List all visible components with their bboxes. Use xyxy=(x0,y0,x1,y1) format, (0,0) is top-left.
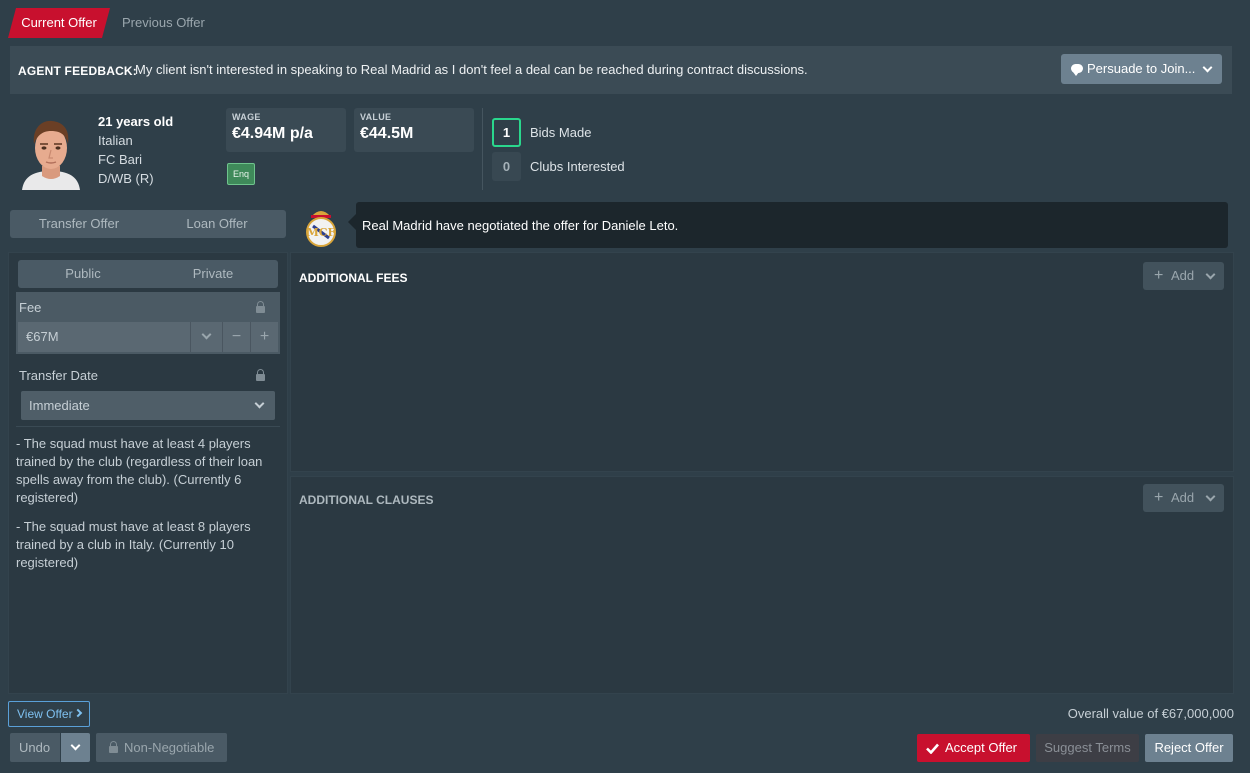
value-amount: €44.5M xyxy=(360,125,414,142)
agent-feedback-label: AGENT FEEDBACK: xyxy=(18,64,137,78)
player-position: D/WB (R) xyxy=(98,171,154,186)
squad-rule: - The squad must have at least 8 players… xyxy=(16,519,251,570)
wage-value: €4.94M p/a xyxy=(232,125,313,142)
enquiry-badge[interactable]: Enq xyxy=(227,163,255,185)
visibility-toggle: Public Private xyxy=(18,260,278,288)
transfer-date-select[interactable]: Immediate xyxy=(21,391,275,420)
chevron-down-icon xyxy=(1205,269,1216,280)
view-offer-button[interactable]: View Offer xyxy=(8,701,90,727)
accept-offer-label: Accept Offer xyxy=(945,740,1018,755)
lock-icon[interactable] xyxy=(256,369,265,381)
player-info: 21 years old Italian FC Bari D/WB (R) xyxy=(98,112,173,188)
transfer-date-value: Immediate xyxy=(29,398,90,413)
add-clause-button[interactable]: + Add xyxy=(1143,484,1224,512)
additional-clauses-title: ADDITIONAL CLAUSES xyxy=(299,493,434,507)
fee-input[interactable]: €67M − + xyxy=(18,322,278,352)
lock-icon xyxy=(109,741,118,753)
fee-value[interactable]: €67M xyxy=(18,322,190,352)
plus-icon: + xyxy=(1154,267,1164,284)
squad-rule: - The squad must have at least 4 players… xyxy=(16,436,263,505)
undo-button[interactable]: Undo xyxy=(10,733,60,762)
chevron-down-icon xyxy=(1205,491,1216,502)
player-nationality: Italian xyxy=(98,133,133,148)
undo-dropdown-button[interactable] xyxy=(61,733,90,762)
chevron-down-icon xyxy=(201,329,212,340)
persuade-button[interactable]: Persuade to Join... xyxy=(1061,54,1222,84)
additional-fees-title: ADDITIONAL FEES xyxy=(299,271,408,285)
fee-label: Fee xyxy=(19,300,42,315)
value-box: VALUE €44.5M xyxy=(354,108,474,152)
bids-count: 1 xyxy=(492,118,521,147)
fee-increase-button[interactable]: + xyxy=(250,322,278,352)
value-title: VALUE xyxy=(360,112,392,122)
speech-bubble-icon xyxy=(1071,64,1083,76)
plus-icon: + xyxy=(1154,489,1164,506)
chevron-down-icon xyxy=(254,398,265,409)
tab-current-offer[interactable]: Current Offer xyxy=(8,8,110,38)
wage-box: WAGE €4.94M p/a xyxy=(226,108,346,152)
offer-type-toggle: Transfer Offer Loan Offer xyxy=(10,210,286,238)
fee-dropdown-button[interactable] xyxy=(190,322,222,352)
persuade-label: Persuade to Join... xyxy=(1087,61,1196,76)
reject-offer-button[interactable]: Reject Offer xyxy=(1145,734,1233,762)
lock-icon[interactable] xyxy=(256,301,265,313)
non-negotiable-label: Non-Negotiable xyxy=(124,740,215,755)
loan-offer-button[interactable]: Loan Offer xyxy=(148,210,286,238)
tab-previous-offer[interactable]: Previous Offer xyxy=(112,8,215,38)
clubs-count: 0 xyxy=(492,152,521,181)
player-face-image xyxy=(22,120,80,190)
add-fee-label: Add xyxy=(1171,268,1195,283)
add-fee-button[interactable]: + Add xyxy=(1143,262,1224,290)
chevron-down-icon xyxy=(70,740,81,751)
chevron-down-icon xyxy=(1202,62,1213,73)
player-club: FC Bari xyxy=(98,152,143,167)
private-button[interactable]: Private xyxy=(148,260,278,288)
divider xyxy=(482,108,483,190)
player-age: 21 years old xyxy=(98,114,174,129)
transfer-date-label: Transfer Date xyxy=(19,368,98,383)
public-button[interactable]: Public xyxy=(18,260,148,288)
real-madrid-crest-icon: MCF xyxy=(306,211,336,247)
divider xyxy=(16,426,280,427)
fee-decrease-button[interactable]: − xyxy=(222,322,250,352)
chevron-right-icon xyxy=(73,708,83,718)
accept-offer-button[interactable]: Accept Offer xyxy=(917,734,1030,762)
checkmark-icon xyxy=(926,743,939,754)
agent-feedback-bar: AGENT FEEDBACK: My client isn't interest… xyxy=(10,46,1232,94)
add-clause-label: Add xyxy=(1171,490,1195,505)
wage-title: WAGE xyxy=(232,112,261,122)
svg-text:MCF: MCF xyxy=(307,226,336,239)
overall-value: Overall value of €67,000,000 xyxy=(1067,706,1234,721)
additional-clauses-panel: ADDITIONAL CLAUSES + Add xyxy=(290,476,1234,694)
suggest-terms-button[interactable]: Suggest Terms xyxy=(1036,734,1139,762)
non-negotiable-button[interactable]: Non-Negotiable xyxy=(96,733,227,762)
clubs-label: Clubs Interested xyxy=(530,159,625,174)
bids-label: Bids Made xyxy=(530,125,592,140)
additional-fees-panel: ADDITIONAL FEES + Add xyxy=(290,252,1234,472)
news-message: Real Madrid have negotiated the offer fo… xyxy=(348,202,1228,248)
transfer-offer-button[interactable]: Transfer Offer xyxy=(10,210,148,238)
view-offer-label: View Offer xyxy=(17,707,73,721)
agent-feedback-message: My client isn't interested in speaking t… xyxy=(135,62,808,77)
